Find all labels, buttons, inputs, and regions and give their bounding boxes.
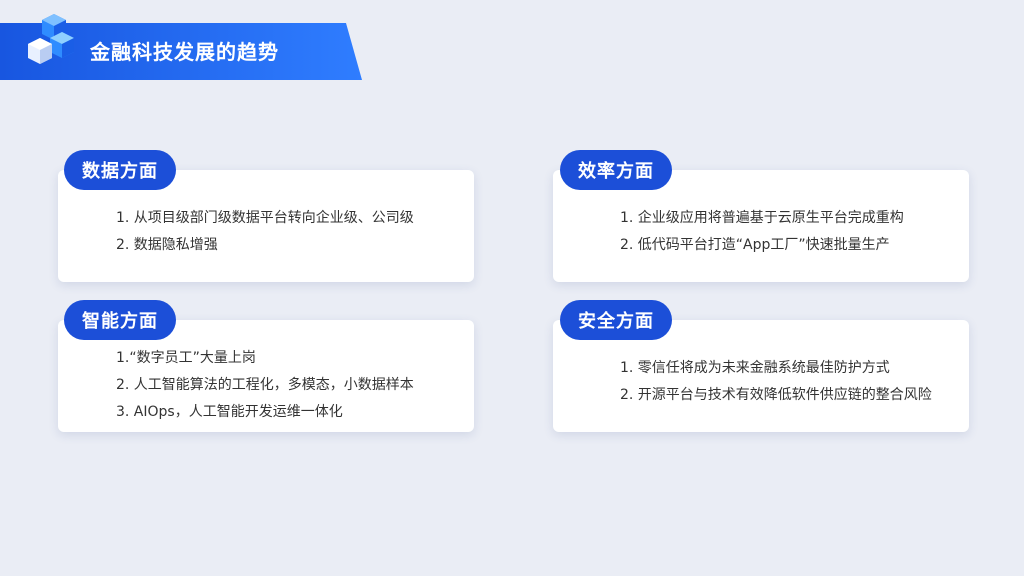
card-efficiency-item-2: 2. 低代码平台打造“App工厂”快速批量生产: [620, 237, 890, 253]
card-intelligence-item-2: 2. 人工智能算法的工程化，多模态，小数据样本: [116, 377, 414, 393]
card-data-item-1: 1. 从项目级部门级数据平台转向企业级、公司级: [116, 210, 414, 226]
card-data-item-2: 2. 数据隐私增强: [116, 237, 218, 253]
card-security-item-2: 2. 开源平台与技术有效降低软件供应链的整合风险: [620, 387, 932, 403]
card-label-security: 安全方面: [560, 300, 672, 340]
card-intelligence-item-1: 1.“数字员工”大量上岗: [116, 350, 256, 366]
cube-logo-icon: [28, 14, 74, 64]
page-title: 金融科技发展的趋势: [90, 40, 279, 64]
card-intelligence-item-3: 3. AIOps，人工智能开发运维一体化: [116, 404, 343, 420]
card-efficiency-item-1: 1. 企业级应用将普遍基于云原生平台完成重构: [620, 210, 904, 226]
card-label-efficiency: 效率方面: [560, 150, 672, 190]
card-label-intelligence: 智能方面: [64, 300, 176, 340]
card-security-item-1: 1. 零信任将成为未来金融系统最佳防护方式: [620, 360, 890, 376]
card-label-data: 数据方面: [64, 150, 176, 190]
